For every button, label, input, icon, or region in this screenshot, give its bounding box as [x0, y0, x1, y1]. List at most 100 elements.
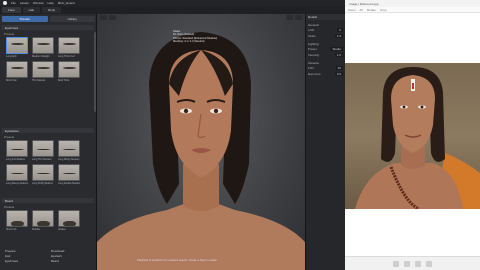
menu-file[interactable]: File [11, 1, 16, 5]
panel-scrollbar[interactable] [94, 32, 96, 112]
eyebrows-section-header[interactable]: Eyebrows [2, 25, 94, 30]
property-value[interactable]: 0 [337, 28, 343, 32]
preset-label: Bold Thick [58, 79, 70, 82]
preset-label: Short Full [6, 228, 17, 231]
photo-menu-zoom[interactable]: Zoom [348, 8, 356, 12]
library-button[interactable]: Library [49, 16, 95, 22]
preset-label: Long Messy Medium [6, 182, 28, 185]
property-label: FOV [308, 66, 315, 70]
tab-hair[interactable]: Hair [22, 7, 41, 13]
eyelash-preset[interactable]: Long Full Medium [6, 140, 28, 161]
menu-window[interactable]: Window [33, 1, 44, 5]
beard-grid: Short Full Stubble Goatee [6, 210, 80, 231]
beard-section-header[interactable]: Beard [2, 198, 94, 203]
delete-icon[interactable] [426, 260, 432, 267]
property-value[interactable]: 1.0 [334, 34, 343, 38]
eyebrow-thumbnail [32, 37, 54, 54]
property-label: Exposure [308, 72, 321, 76]
details-title: Details [306, 14, 345, 20]
property-row[interactable]: Intensity 1.0 [306, 52, 345, 58]
beard-preset[interactable]: Short Full [6, 210, 28, 231]
photo-menu-rotate[interactable]: Rotate [367, 8, 376, 12]
menu-assets[interactable]: Assets [20, 1, 29, 5]
eyelashes-section-header[interactable]: Eyelashes [2, 128, 94, 133]
app-logo-icon [3, 1, 7, 5]
option-eyebrows[interactable]: Eyebrows [2, 259, 48, 263]
beard-preset[interactable]: Stubble [32, 210, 54, 231]
eyelash-preset[interactable]: Long Messy Medium [6, 164, 28, 185]
reference-image-window: Image | Reference.jpg Zoom Fit Rotate Cr… [345, 0, 480, 270]
preset-label: Long Thin Medium [32, 158, 52, 161]
photo-window-title: Image | Reference.jpg [345, 0, 480, 7]
property-value[interactable]: 1.0 [334, 53, 343, 57]
property-row[interactable]: Exposure 0.0 [306, 71, 345, 77]
property-value[interactable]: Studio [330, 47, 343, 51]
reference-portrait [355, 67, 480, 209]
property-value[interactable]: 0.0 [334, 72, 343, 76]
option-row: Prepare Download [2, 248, 94, 253]
option-row: Eyebrows Beard [2, 258, 94, 263]
preset-label: Long Wispy Medium [58, 158, 80, 161]
eyebrow-thumbnail [6, 37, 28, 54]
editor-tabs: Face Hair Body [0, 6, 345, 14]
zoom-in-icon[interactable] [393, 260, 399, 267]
presets-button[interactable]: Presets [2, 16, 48, 22]
eyebrow-preset[interactable]: Long Arch [6, 37, 28, 58]
preset-label: Long Double Medium [58, 182, 80, 185]
property-label: Preset [308, 47, 317, 51]
preset-label: Thin Natural [32, 79, 46, 82]
rotate-icon[interactable] [415, 260, 421, 267]
reference-photo [345, 63, 480, 209]
viewport-caption: Playback & workflow for unsaved assets. … [137, 258, 218, 262]
eyelash-thumbnail [32, 164, 54, 181]
menu-help[interactable]: Help [48, 1, 54, 5]
eyelash-thumbnail [32, 140, 54, 157]
photo-menu-bar: Zoom Fit Rotate Crop [345, 7, 480, 13]
eyebrow-thumbnail [58, 61, 80, 78]
eyelash-preset[interactable]: Long Double Medium [58, 164, 80, 185]
preset-label: Medium Straight [32, 55, 50, 58]
character-viewport[interactable]: Status Fit: None (Default) Picture: Stan… [97, 14, 305, 270]
option-hair[interactable]: Hair [2, 254, 48, 258]
option-beard[interactable]: Beard [48, 259, 94, 263]
eyelash-thumbnail [58, 164, 80, 181]
option-row: Hair Eyelash [2, 253, 94, 258]
photo-menu-crop[interactable]: Crop [380, 8, 387, 12]
beard-thumbnail [58, 210, 80, 227]
preset-label: Long Fluffy Medium [32, 182, 53, 185]
option-eyelash[interactable]: Eyelash [48, 254, 94, 258]
eyebrow-preset[interactable]: Medium Straight [32, 37, 54, 58]
option-download[interactable]: Download [48, 249, 94, 253]
details-panel: Details General LOD 0 Scale 1.0 Lighting P… [305, 14, 345, 270]
tab-face[interactable]: Face [2, 7, 21, 13]
info-line: Meshing: 4.1 / 1.0 (Neutral) [173, 40, 205, 44]
beard-presets-label: Presets [4, 205, 15, 209]
property-row[interactable]: Scale 1.0 [306, 33, 345, 39]
eyebrow-preset[interactable]: Thin Natural [32, 61, 54, 82]
photo-toolbar [345, 256, 480, 270]
eyelash-preset[interactable]: Long Wispy Medium [58, 140, 80, 161]
eyebrow-preset[interactable]: Long Thick Curl [58, 37, 80, 58]
eyelash-thumbnail [6, 164, 28, 181]
eyebrow-thumbnail [58, 37, 80, 54]
eyelashes-grid: Long Full Medium Long Thin Medium Long W… [6, 140, 80, 185]
eyelash-preset[interactable]: Long Thin Medium [32, 140, 54, 161]
eyelash-thumbnail [58, 140, 80, 157]
photo-menu-fit[interactable]: Fit [360, 8, 363, 12]
tab-body[interactable]: Body [42, 7, 62, 13]
zoom-out-icon[interactable] [404, 260, 410, 267]
eyebrow-preset[interactable]: Short Flat [6, 61, 28, 82]
export-options: Prepare Download Hair Eyelash Eyebrows B… [2, 248, 94, 263]
eyelash-thumbnail [6, 140, 28, 157]
eyelash-preset[interactable]: Long Fluffy Medium [32, 164, 54, 185]
preset-label: Goatee [58, 228, 66, 231]
property-label: Intensity [308, 53, 320, 57]
preset-label: Long Thick Curl [58, 55, 75, 58]
eyebrow-preset[interactable]: Bold Thick [58, 61, 80, 82]
beard-thumbnail [32, 210, 54, 227]
beard-preset[interactable]: Goatee [58, 210, 80, 231]
preset-label: Long Arch [6, 55, 17, 58]
option-prepare[interactable]: Prepare [2, 249, 48, 253]
property-value[interactable]: 45 [335, 66, 343, 70]
panel-toolbar: Presets Library [2, 16, 95, 23]
